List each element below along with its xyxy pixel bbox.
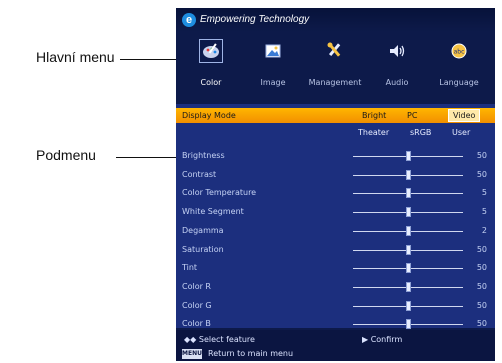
setting-label: Color Temperature <box>182 188 257 198</box>
display-mode-option-bright[interactable]: Bright <box>362 111 386 120</box>
setting-value: 5 <box>481 207 487 217</box>
setting-value: 50 <box>476 281 487 291</box>
brand-tagline: Empowering Technology <box>200 14 310 25</box>
setting-value: 50 <box>476 244 487 254</box>
setting-value: 50 <box>476 263 487 273</box>
submenu-callout: Podmenu <box>36 147 96 163</box>
setting-value: 5 <box>481 188 487 198</box>
slider-thumb[interactable] <box>405 319 411 330</box>
slider-thumb[interactable] <box>405 151 411 161</box>
setting-row[interactable]: Contrast 50 <box>176 167 495 184</box>
display-mode-option-srgb[interactable]: sRGB <box>410 128 431 137</box>
speaker-icon <box>390 45 405 57</box>
slider-thumb[interactable] <box>405 225 411 236</box>
tab-language[interactable]: abc Language <box>429 34 489 98</box>
main-menu-tabs: Color Image Management Audio abc Languag… <box>176 34 495 98</box>
display-mode-option-video[interactable]: Video <box>448 109 481 122</box>
select-hint: ◆◆ Select feature <box>184 335 255 344</box>
svg-text:abc: abc <box>454 49 465 56</box>
confirm-hint: ▶ Confirm <box>362 335 402 344</box>
setting-value: 50 <box>476 319 487 329</box>
tab-label-image: Image <box>260 78 286 87</box>
select-feature-text: Select feature <box>198 335 255 344</box>
setting-row[interactable]: Saturation 50 <box>176 242 495 259</box>
tab-management[interactable]: Management <box>305 34 365 98</box>
display-mode-option-user[interactable]: User <box>452 128 470 137</box>
help-footer: ◆◆ Select feature ▶ Confirm MENU Return … <box>176 330 495 361</box>
setting-value: 50 <box>476 300 487 310</box>
display-mode-option-theater[interactable]: Theater <box>358 128 389 137</box>
tab-label-color: Color <box>200 78 222 87</box>
confirm-text: Confirm <box>370 335 403 344</box>
setting-row[interactable]: White Segment 5 <box>176 204 495 221</box>
submenu-panel: Display Mode Bright PC Video Theater sRG… <box>176 104 495 330</box>
setting-label: Contrast <box>182 169 217 179</box>
return-hint-text: Return to main menu <box>208 349 294 358</box>
slider-thumb[interactable] <box>405 300 411 311</box>
setting-value: 50 <box>476 151 487 160</box>
display-mode-option-pc[interactable]: PC <box>407 111 417 120</box>
slider-thumb[interactable] <box>405 244 411 255</box>
slider-thumb[interactable] <box>405 188 411 199</box>
language-icon: abc <box>451 43 467 59</box>
display-mode-label: Display Mode <box>182 111 236 120</box>
setting-row[interactable]: Tint 50 <box>176 260 495 277</box>
main-menu-callout: Hlavní menu <box>36 49 115 65</box>
projector-osd-menu: e Empowering Technology Color Image Mana… <box>176 8 495 361</box>
setting-label: Saturation <box>182 244 224 254</box>
setting-label: Color B <box>182 319 211 329</box>
setting-row[interactable]: Color R 50 <box>176 279 495 296</box>
setting-value: 2 <box>481 225 487 235</box>
tab-image[interactable]: Image <box>243 34 303 98</box>
menu-key-icon: MENU <box>182 349 202 359</box>
setting-row[interactable]: Brightness 50 <box>176 148 495 165</box>
slider-thumb[interactable] <box>405 207 411 218</box>
setting-label: Tint <box>182 263 198 273</box>
setting-row[interactable]: Color Temperature 5 <box>176 185 495 202</box>
setting-value: 50 <box>476 169 487 179</box>
setting-label: White Segment <box>182 207 244 217</box>
setting-label: Color G <box>182 300 212 310</box>
setting-label: Degamma <box>182 225 224 235</box>
slider-thumb[interactable] <box>405 281 411 292</box>
color-palette-icon <box>199 39 223 63</box>
tab-audio[interactable]: Audio <box>367 34 427 98</box>
tab-label-audio: Audio <box>385 78 409 87</box>
setting-label: Color R <box>182 281 211 291</box>
slider-thumb[interactable] <box>405 263 411 274</box>
brand-logo-icon: e <box>182 13 196 27</box>
right-arrow-icon: ▶ <box>362 335 369 344</box>
tab-color[interactable]: Color <box>181 34 241 98</box>
tools-icon <box>327 42 341 57</box>
display-mode-row[interactable]: Display Mode Bright PC Video <box>176 108 495 123</box>
slider-thumb[interactable] <box>405 169 411 180</box>
up-down-arrows-icon: ◆◆ <box>184 335 197 344</box>
picture-icon <box>265 44 281 58</box>
tab-label-language: Language <box>439 78 479 87</box>
setting-row[interactable]: Degamma 2 <box>176 223 495 240</box>
setting-row[interactable]: Color G 50 <box>176 298 495 315</box>
setting-label: Brightness <box>182 151 225 160</box>
brand-bar: e Empowering Technology <box>176 8 495 32</box>
tab-label-management: Management <box>308 78 362 87</box>
